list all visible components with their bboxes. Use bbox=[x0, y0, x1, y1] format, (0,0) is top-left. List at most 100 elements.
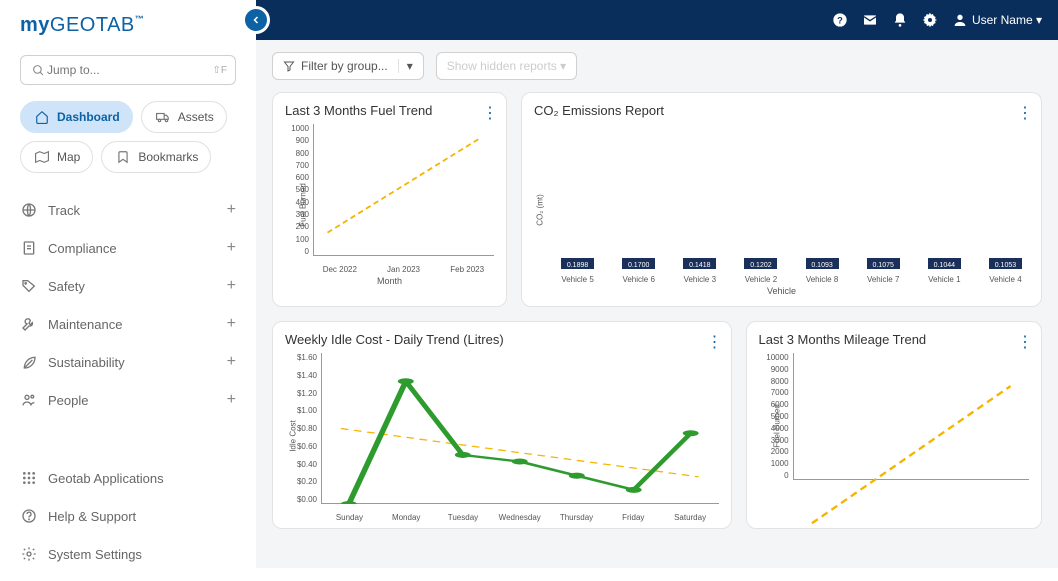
logo: myGEOTAB™ bbox=[0, 0, 256, 47]
tab-assets-label: Assets bbox=[178, 110, 214, 124]
y-axis-label: Fuel Burned bbox=[772, 404, 781, 448]
search-input[interactable] bbox=[47, 63, 213, 77]
tab-bookmarks-label: Bookmarks bbox=[138, 150, 198, 164]
mail-icon[interactable] bbox=[862, 12, 878, 28]
idle-chart: $1.60$1.40$1.20$1.00$0.80$0.60$0.40$0.20… bbox=[285, 353, 719, 518]
hidden-reports-label: Show hidden reports ▾ bbox=[447, 59, 566, 73]
collapse-sidebar-button[interactable] bbox=[242, 6, 270, 34]
nav-track[interactable]: Track + bbox=[12, 191, 244, 229]
show-hidden-reports[interactable]: Show hidden reports ▾ bbox=[436, 52, 577, 80]
search-shortcut: ⇧F bbox=[213, 65, 228, 76]
x-axis-label: Vehicle bbox=[534, 286, 1029, 296]
expand-icon[interactable]: + bbox=[227, 277, 236, 295]
help-icon[interactable]: ? bbox=[832, 12, 848, 28]
main: ? User Name ▾ Filter by group... ▾ Show … bbox=[256, 0, 1058, 568]
dashboard-grid: Last 3 Months Fuel Trend ⋮ 1000900800700… bbox=[256, 92, 1058, 545]
card-title: Last 3 Months Fuel Trend bbox=[285, 103, 494, 118]
bar: 0.1898Vehicle 5 bbox=[554, 258, 601, 284]
kebab-icon[interactable]: ⋮ bbox=[1017, 332, 1031, 352]
svg-text:?: ? bbox=[837, 15, 843, 25]
search-box[interactable]: ⇧F bbox=[20, 55, 236, 85]
grid-icon bbox=[20, 469, 38, 487]
nav-apps[interactable]: Geotab Applications bbox=[12, 459, 244, 497]
bar: 0.1044Vehicle 1 bbox=[921, 258, 968, 284]
tab-assets[interactable]: Assets bbox=[141, 101, 227, 133]
nav-sustainability[interactable]: Sustainability + bbox=[12, 343, 244, 381]
nav-sustainability-label: Sustainability bbox=[48, 355, 227, 370]
bar bbox=[958, 492, 1029, 498]
nav-apps-label: Geotab Applications bbox=[48, 471, 236, 486]
topbar: ? User Name ▾ bbox=[256, 0, 1058, 40]
nav-help[interactable]: Help & Support bbox=[12, 497, 244, 535]
bar bbox=[875, 492, 946, 498]
y-axis-label: CO₂ (mt) bbox=[535, 194, 544, 226]
tab-dashboard[interactable]: Dashboard bbox=[20, 101, 133, 133]
user-name-label: User Name ▾ bbox=[972, 13, 1042, 27]
nav-compliance[interactable]: Compliance + bbox=[12, 229, 244, 267]
nav-maintenance[interactable]: Maintenance + bbox=[12, 305, 244, 343]
expand-icon[interactable]: + bbox=[227, 201, 236, 219]
tag-icon bbox=[20, 277, 38, 295]
user-menu[interactable]: User Name ▾ bbox=[952, 12, 1042, 28]
nav-list: Track + Compliance + Safety + Maintenanc… bbox=[0, 183, 256, 427]
bar: Feb 2023 bbox=[440, 259, 494, 274]
logo-tm: ™ bbox=[135, 14, 145, 24]
nav-track-label: Track bbox=[48, 203, 227, 218]
card-title: Weekly Idle Cost - Daily Trend (Litres) bbox=[285, 332, 719, 347]
people-icon bbox=[20, 391, 38, 409]
x-axis-label: Month bbox=[285, 276, 494, 286]
nav-settings-label: System Settings bbox=[48, 547, 236, 562]
logo-geotab: GEOTAB bbox=[50, 14, 135, 36]
gear-icon bbox=[20, 545, 38, 563]
tab-bookmarks[interactable]: Bookmarks bbox=[101, 141, 211, 173]
truck-icon bbox=[154, 108, 172, 126]
card-fuel-trend: Last 3 Months Fuel Trend ⋮ 1000900800700… bbox=[272, 92, 507, 307]
expand-icon[interactable]: + bbox=[227, 391, 236, 409]
card-co2: CO₂ Emissions Report ⋮ 0.1898Vehicle 50.… bbox=[521, 92, 1042, 307]
globe-icon bbox=[20, 201, 38, 219]
tab-map[interactable]: Map bbox=[20, 141, 93, 173]
nav-safety-label: Safety bbox=[48, 279, 227, 294]
home-icon bbox=[33, 108, 51, 126]
nav-compliance-label: Compliance bbox=[48, 241, 227, 256]
bar: 0.1700Vehicle 6 bbox=[615, 258, 662, 284]
expand-icon[interactable]: + bbox=[227, 239, 236, 257]
bar: Dec 2022 bbox=[313, 259, 367, 274]
card-title: CO₂ Emissions Report bbox=[534, 103, 1029, 118]
card-title: Last 3 Months Mileage Trend bbox=[759, 332, 1029, 347]
nav-settings[interactable]: System Settings bbox=[12, 535, 244, 573]
bookmark-icon bbox=[114, 148, 132, 166]
expand-icon[interactable]: + bbox=[227, 353, 236, 371]
tab-map-label: Map bbox=[57, 150, 80, 164]
nav-safety[interactable]: Safety + bbox=[12, 267, 244, 305]
bar: 0.1093Vehicle 8 bbox=[799, 258, 846, 284]
funnel-icon bbox=[283, 60, 295, 72]
fuel-chart: 10009008007006005004003002001000 Dec 202… bbox=[285, 124, 494, 286]
filter-label: Filter by group... bbox=[301, 59, 388, 73]
bar: 0.1202Vehicle 2 bbox=[737, 258, 784, 284]
nav-help-label: Help & Support bbox=[48, 509, 236, 524]
filter-bar: Filter by group... ▾ Show hidden reports… bbox=[256, 40, 1058, 92]
nav-people-label: People bbox=[48, 393, 227, 408]
mileage-chart: 1000090008000700060005000400030002000100… bbox=[759, 353, 1029, 498]
gear-icon[interactable] bbox=[922, 12, 938, 28]
tab-row: Dashboard Assets Map Bookmarks bbox=[0, 97, 256, 183]
bar: 0.1075Vehicle 7 bbox=[860, 258, 907, 284]
nav-people[interactable]: People + bbox=[12, 381, 244, 419]
bell-icon[interactable] bbox=[892, 12, 908, 28]
leaf-icon bbox=[20, 353, 38, 371]
y-axis-label: Fuel Burned bbox=[298, 183, 307, 227]
kebab-icon[interactable]: ⋮ bbox=[707, 332, 721, 352]
bar: 0.1418Vehicle 3 bbox=[676, 258, 723, 284]
logo-my: my bbox=[20, 14, 50, 36]
bar: 0.1053Vehicle 4 bbox=[982, 258, 1029, 284]
kebab-icon[interactable]: ⋮ bbox=[1017, 103, 1031, 123]
wrench-icon bbox=[20, 315, 38, 333]
expand-icon[interactable]: + bbox=[227, 315, 236, 333]
filter-by-group[interactable]: Filter by group... ▾ bbox=[272, 52, 424, 80]
kebab-icon[interactable]: ⋮ bbox=[482, 103, 496, 123]
nav-footer: Geotab Applications Help & Support Syste… bbox=[0, 451, 256, 581]
card-mileage: Last 3 Months Mileage Trend ⋮ 1000090008… bbox=[746, 321, 1042, 529]
help-icon bbox=[20, 507, 38, 525]
co2-chart: 0.1898Vehicle 5 0.1700Vehicle 6 0.1418Vehi… bbox=[534, 124, 1029, 296]
